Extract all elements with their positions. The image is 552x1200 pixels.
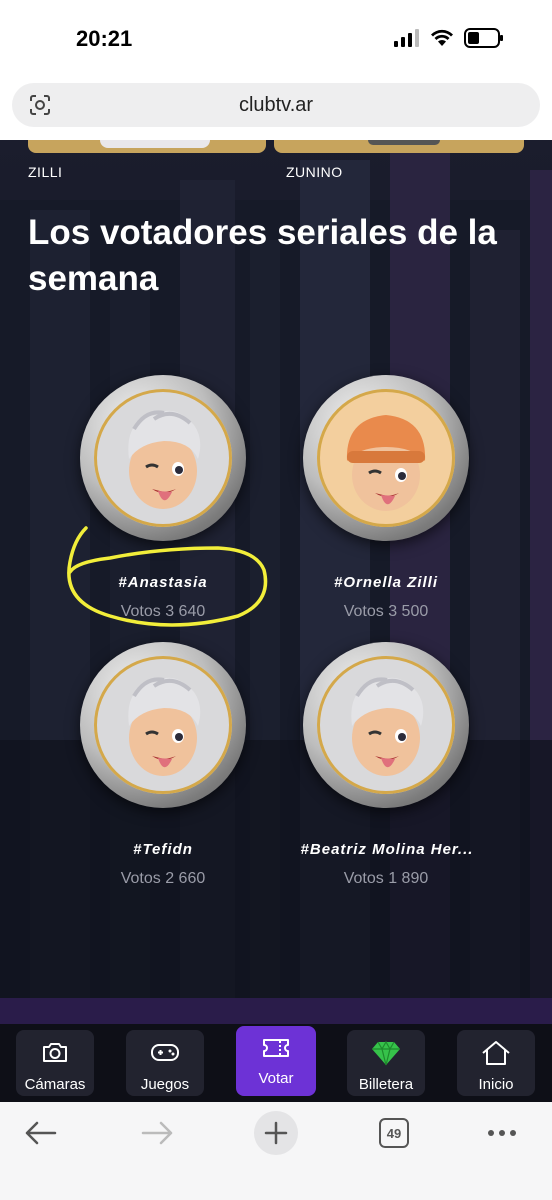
arrow-right-icon [141, 1121, 173, 1145]
page-content: ZILLI ZUNINO Los votadores seriales de l… [0, 140, 552, 1024]
browser-toolbar: 49 [0, 1102, 552, 1200]
url-text[interactable]: clubtv.ar [12, 94, 540, 117]
nav-tab-votar[interactable]: Votar [236, 1026, 316, 1096]
nav-tab-billetera[interactable]: Billetera [347, 1030, 425, 1096]
gem-icon [372, 1040, 400, 1066]
more-menu-button[interactable] [480, 1116, 524, 1150]
address-bar[interactable]: clubtv.ar [12, 83, 540, 127]
new-tab-button[interactable] [254, 1111, 298, 1155]
gamepad-icon [151, 1044, 179, 1061]
nav-tab-label: Inicio [478, 1076, 514, 1093]
nav-tab-label: Juegos [140, 1076, 190, 1093]
nav-tab-label: Cámaras [24, 1076, 86, 1093]
nav-tab-label: Votar [258, 1070, 294, 1087]
nav-tab-inicio[interactable]: Inicio [457, 1030, 535, 1096]
ticket-icon [263, 1039, 289, 1057]
highlight-annotation [67, 526, 268, 627]
back-button[interactable] [18, 1116, 62, 1150]
status-time: 20:21 [76, 26, 133, 51]
tab-count: 49 [379, 1118, 409, 1148]
tabs-button[interactable]: 49 [372, 1116, 416, 1150]
nav-tab-label: Billetera [358, 1076, 414, 1093]
plus-icon [264, 1121, 288, 1145]
app-bottom-nav: Cámaras Juegos Votar Billetera Inicio [0, 1024, 552, 1102]
battery-icon [464, 28, 503, 48]
home-icon [482, 1041, 510, 1065]
arrow-left-icon [25, 1121, 57, 1145]
camera-icon [43, 1043, 67, 1062]
nav-tab-juegos[interactable]: Juegos [126, 1030, 204, 1096]
status-icons [394, 28, 504, 48]
forward-button[interactable] [136, 1116, 180, 1150]
status-bar: 20:21 [0, 0, 552, 80]
footer-strip [0, 998, 552, 1024]
more-dots-icon [488, 1130, 516, 1136]
signal-icon [394, 29, 419, 47]
wifi-icon [431, 29, 453, 46]
nav-tab-camaras[interactable]: Cámaras [16, 1030, 94, 1096]
